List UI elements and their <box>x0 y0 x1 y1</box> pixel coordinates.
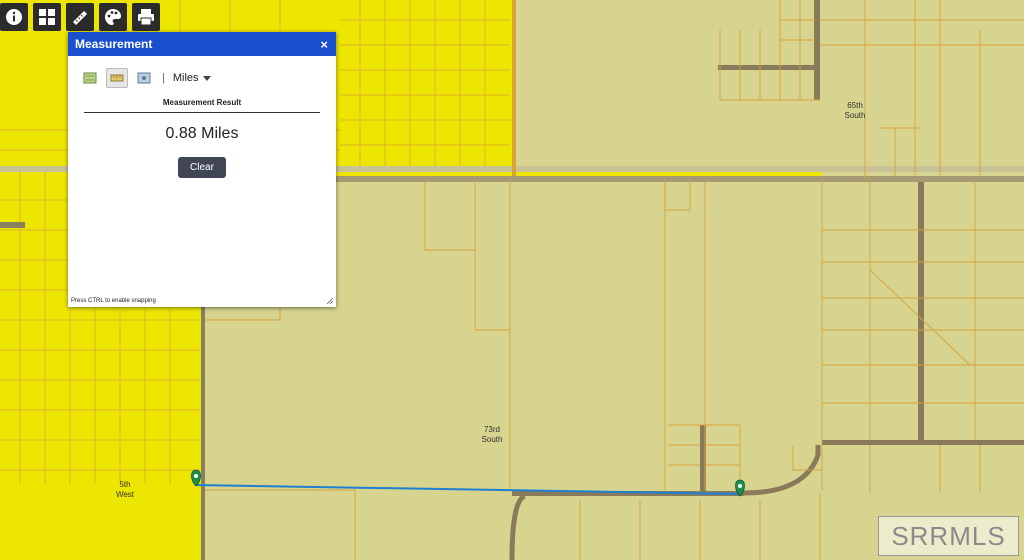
watermark-logo: SRRMLS <box>878 516 1019 556</box>
area-tool-icon <box>83 72 97 84</box>
measurement-panel-title: Measurement <box>75 37 153 51</box>
layers-style-button[interactable] <box>99 3 127 31</box>
measurement-result-value: 0.88 Miles <box>165 125 239 142</box>
close-icon[interactable]: × <box>320 38 328 51</box>
distance-tool-icon <box>110 74 124 82</box>
result-divider <box>84 112 320 113</box>
grid-icon <box>39 9 55 25</box>
measurement-result-label: Measurement Result <box>162 98 242 107</box>
unit-dropdown[interactable]: Miles <box>173 72 211 84</box>
info-button[interactable] <box>0 3 28 31</box>
map-toolbar <box>0 3 160 31</box>
resize-handle-icon[interactable] <box>327 298 333 304</box>
measure-button[interactable] <box>66 3 94 31</box>
distance-tool-button[interactable] <box>106 68 128 88</box>
ruler-icon <box>73 11 87 25</box>
measurement-panel: Measurement × | Miles Measurement Result… <box>68 32 336 307</box>
location-tool-button[interactable] <box>134 69 154 87</box>
print-button[interactable] <box>132 3 160 31</box>
map-label-73rd-south: 73rd South <box>481 425 503 444</box>
measurement-tools: | Miles <box>68 56 336 88</box>
area-tool-button[interactable] <box>80 69 100 87</box>
palette-icon <box>105 9 121 25</box>
clear-button[interactable]: Clear <box>178 157 226 178</box>
printer-icon <box>138 9 154 26</box>
chevron-down-icon <box>202 75 211 81</box>
tool-separator: | <box>162 72 165 84</box>
measurement-panel-header: Measurement × <box>68 32 336 56</box>
basemap-gallery-button[interactable] <box>33 3 61 31</box>
location-tool-icon <box>137 72 151 84</box>
map-label-65th-south: 65th South <box>844 101 866 120</box>
map-label-5th-west: 5th West <box>115 480 135 499</box>
info-icon <box>6 9 22 25</box>
snapping-hint: Press CTRL to enable snapping <box>71 298 156 304</box>
unit-dropdown-value: Miles <box>172 72 199 84</box>
